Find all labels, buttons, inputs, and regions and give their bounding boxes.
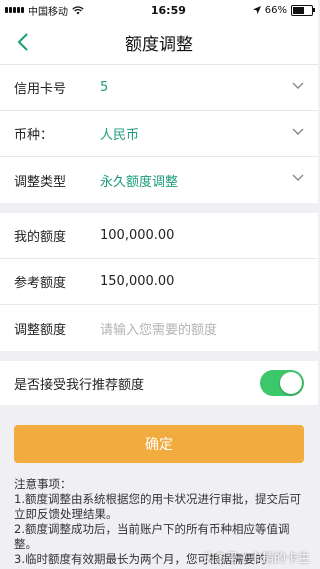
recommend-toggle[interactable] [260, 370, 304, 396]
adjust-limit-row: 调整额度 请输入您需要的额度 [0, 305, 318, 351]
battery-percent: 66% [264, 4, 287, 16]
nav-bar: 额度调整 [0, 20, 318, 65]
adjust-limit-label: 调整额度 [14, 322, 67, 338]
notes-line: 2.额度调整成功后，当前账户下的所有币种相应等值调整。 [14, 522, 290, 551]
wifi-icon [72, 5, 84, 14]
status-time: 16:59 [150, 3, 186, 17]
adjust-type-row[interactable]: 调整类型 永久额度调整 [0, 157, 318, 203]
currency-label: 币种： [14, 128, 54, 143]
currency-value: 人民币 [100, 128, 140, 143]
ref-limit-row: 参考额度 150,000.00 [0, 259, 318, 305]
location-icon [252, 6, 261, 14]
battery-icon [291, 4, 315, 16]
signal-icon [5, 7, 24, 13]
status-bar: 中国移动 16:59 66% [0, 0, 318, 20]
recommend-label: 是否接受我行推荐额度 [14, 377, 145, 393]
card-number-row[interactable]: 信用卡号 5 [0, 65, 318, 111]
status-left: 中国移动 [5, 3, 84, 18]
recommend-group: 是否接受我行推荐额度 [0, 361, 318, 405]
chevron-left-icon [17, 33, 28, 51]
my-limit-label: 我的额度 [14, 230, 67, 245]
chevron-down-icon [292, 174, 304, 181]
adjust-limit-input[interactable]: 请输入您需要的额度 [100, 319, 304, 338]
card-info-group: 信用卡号 5 币种： 人民币 调整类型 永久额度调整 [0, 65, 318, 203]
page-title: 额度调整 [125, 34, 193, 55]
currency-row[interactable]: 币种： 人民币 [0, 111, 318, 157]
carrier-name: 中国移动 [28, 6, 68, 18]
ref-limit-value: 150,000.00 [100, 274, 175, 289]
my-limit-row: 我的额度 100,000.00 [0, 213, 318, 259]
card-number-label: 信用卡号 [14, 82, 67, 97]
my-limit-value: 100,000.00 [100, 228, 175, 243]
notes-title: 注意事项： [14, 477, 72, 491]
toggle-knob [280, 372, 302, 394]
battery-level [293, 6, 304, 14]
back-button[interactable] [8, 26, 38, 58]
recommend-row: 是否接受我行推荐额度 [0, 361, 318, 405]
adjust-type-label: 调整类型 [14, 174, 67, 190]
limit-group: 我的额度 100,000.00 参考额度 150,000.00 调整额度 请输入… [0, 213, 318, 351]
chevron-down-icon [292, 128, 304, 135]
confirm-button[interactable]: 确定 [14, 425, 304, 463]
watermark: 头条号 / 卡精的卡生 [202, 551, 310, 565]
status-right: 66% [252, 4, 315, 16]
notes-line: 1.额度调整由系统根据您的用卡状况进行审批，提交后可立即反馈处理结果。 [14, 492, 301, 521]
adjust-type-value: 永久额度调整 [100, 174, 179, 190]
card-number-value: 5 [100, 80, 109, 95]
chevron-down-icon [292, 82, 304, 89]
ref-limit-label: 参考额度 [14, 276, 67, 291]
